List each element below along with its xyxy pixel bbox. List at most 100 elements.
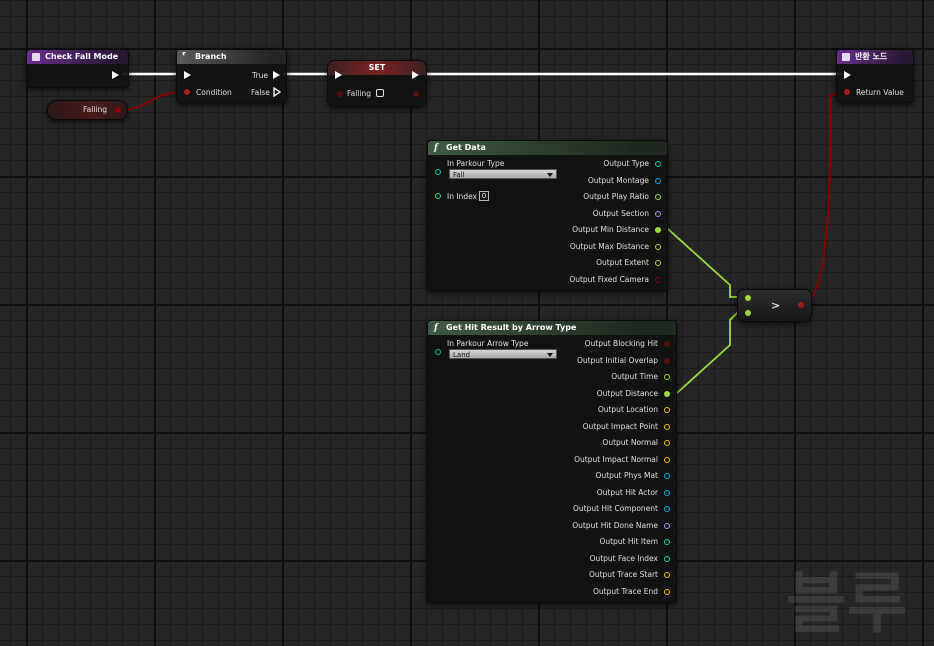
output-normal-label: Output Normal [602, 438, 658, 447]
output-time-label: Output Time [611, 372, 658, 381]
output-trace-end-label: Output Trace End [593, 587, 658, 596]
output-blocking-hit-label: Output Blocking Hit [584, 339, 658, 348]
output-phys-mat-pin[interactable] [664, 473, 670, 479]
output-max-distance-label: Output Max Distance [569, 242, 649, 251]
compare-operator: > [771, 299, 781, 312]
output-trace-start-pin[interactable] [664, 572, 670, 578]
output-type-pin[interactable] [655, 161, 661, 167]
chevron-down-icon [547, 173, 553, 177]
watermark: 블루 [786, 565, 908, 642]
output-section-label: Output Section [592, 209, 649, 218]
output-location-pin[interactable] [664, 407, 670, 413]
true-label: True [252, 71, 268, 80]
output-impact-point-label: Output Impact Point [582, 422, 658, 431]
output-hit-done-name-label: Output Hit Done Name [572, 521, 658, 530]
output-location-label: Output Location [597, 405, 658, 414]
output-min-distance-pin[interactable] [655, 227, 661, 233]
output-play-ratio-pin[interactable] [655, 194, 661, 200]
output-hit-item-label: Output Hit Item [599, 537, 658, 546]
output-trace-end-pin[interactable] [664, 589, 670, 595]
output-distance-label: Output Distance [596, 389, 658, 398]
compare-output-pin[interactable] [798, 302, 804, 308]
true-exec-pin[interactable] [273, 71, 280, 79]
exec-output-pin[interactable] [112, 71, 119, 79]
output-extent-pin[interactable] [655, 260, 661, 266]
in-index-value: 0 [481, 192, 487, 200]
in-index-label: In Index [447, 192, 477, 201]
set-title: SET [368, 63, 386, 72]
output-montage-label: Output Montage [587, 176, 649, 185]
falling-output-pin[interactable] [115, 107, 121, 113]
output-hit-component-pin[interactable] [664, 506, 670, 512]
output-impact-normal-pin[interactable] [664, 457, 670, 463]
in-arrow-type-label: In Parkour Arrow Type [447, 339, 529, 348]
set-exec-output-pin[interactable] [412, 71, 419, 79]
output-initial-overlap-pin[interactable] [664, 358, 670, 364]
return-node[interactable]: 반환 노드 Return Value [836, 49, 914, 103]
set-exec-input-pin[interactable] [335, 71, 342, 79]
output-phys-mat-label: Output Phys Mat [595, 471, 658, 480]
set-falling-output-pin[interactable] [413, 91, 419, 97]
branch-icon: ⸢ [182, 52, 187, 62]
chevron-down-icon [547, 353, 553, 357]
set-falling-input-pin[interactable] [337, 91, 343, 97]
exec-input-pin[interactable] [184, 71, 191, 79]
compare-a-pin[interactable] [745, 295, 751, 301]
set-node[interactable]: SET Falling [327, 60, 427, 107]
check-fall-mode-node[interactable]: Check Fall Mode [26, 49, 129, 88]
return-value-pin[interactable] [844, 89, 850, 95]
falling-getter-node[interactable]: Falling [47, 100, 128, 120]
condition-pin[interactable] [184, 89, 190, 95]
compare-b-pin[interactable] [745, 310, 751, 316]
get-data-title: Get Data [446, 143, 486, 152]
function-icon: f [434, 143, 438, 153]
output-blocking-hit-pin[interactable] [664, 341, 670, 347]
bool-wire-compare-return [802, 91, 844, 306]
output-type-label: Output Type [603, 159, 649, 168]
condition-label: Condition [196, 88, 232, 97]
return-header: 반환 노드 [837, 50, 913, 64]
branch-title: Branch [195, 52, 227, 61]
output-initial-overlap-label: Output Initial Overlap [576, 356, 658, 365]
output-min-distance-label: Output Min Distance [572, 225, 649, 234]
false-exec-pin[interactable] [273, 87, 282, 97]
falling-checkbox[interactable] [376, 89, 384, 97]
false-label: False [251, 88, 270, 97]
output-hit-item-pin[interactable] [664, 539, 670, 545]
output-fixed-camera-pin[interactable] [655, 277, 661, 283]
parkour-type-value: Fall [453, 171, 465, 179]
output-hit-actor-pin[interactable] [664, 490, 670, 496]
branch-node[interactable]: ⸢ Branch Condition True False [176, 49, 287, 103]
check-fall-mode-header: Check Fall Mode [27, 50, 128, 64]
in-index-field[interactable]: 0 [479, 191, 489, 201]
output-impact-normal-label: Output Impact Normal [574, 455, 658, 464]
return-exec-input-pin[interactable] [844, 71, 851, 79]
output-normal-pin[interactable] [664, 440, 670, 446]
output-face-index-label: Output Face Index [589, 554, 658, 563]
arrow-type-dropdown[interactable]: Land [449, 349, 557, 359]
arrow-type-value: Land [453, 351, 471, 359]
parkour-type-dropdown[interactable]: Fall [449, 169, 557, 179]
function-entry-icon [32, 53, 40, 61]
output-face-index-pin[interactable] [664, 556, 670, 562]
get-hit-result-header: f Get Hit Result by Arrow Type [428, 321, 676, 335]
output-distance-pin[interactable] [664, 391, 670, 397]
in-index-pin[interactable] [435, 193, 441, 199]
output-time-pin[interactable] [664, 374, 670, 380]
set-falling-label: Falling [347, 89, 371, 98]
get-hit-result-title: Get Hit Result by Arrow Type [446, 323, 577, 332]
output-montage-pin[interactable] [655, 178, 661, 184]
return-value-label: Return Value [856, 88, 904, 97]
float-wire-min-distance [657, 228, 746, 298]
get-hit-result-node[interactable]: f Get Hit Result by Arrow Type In Parkou… [427, 320, 677, 603]
output-section-pin[interactable] [655, 211, 661, 217]
output-hit-done-name-pin[interactable] [664, 523, 670, 529]
get-data-node[interactable]: f Get Data In Parkour Type Fall In Index… [427, 140, 668, 291]
output-impact-point-pin[interactable] [664, 424, 670, 430]
in-parkour-type-pin[interactable] [435, 169, 441, 175]
output-hit-component-label: Output Hit Component [572, 504, 658, 513]
output-max-distance-pin[interactable] [655, 244, 661, 250]
in-arrow-type-pin[interactable] [435, 349, 441, 355]
compare-node[interactable]: > [737, 289, 812, 322]
falling-getter-label: Falling [83, 105, 107, 114]
